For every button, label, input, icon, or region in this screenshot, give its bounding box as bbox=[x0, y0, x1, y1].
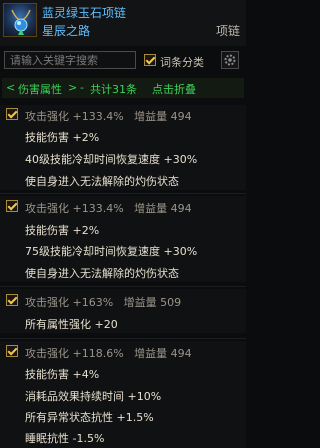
collapse-toggle[interactable]: 点击折叠 bbox=[152, 81, 196, 97]
item-name: 蓝灵绿玉石项链 bbox=[42, 6, 127, 20]
item-subtitle: 星辰之路 bbox=[42, 24, 91, 38]
group-checkbox[interactable] bbox=[6, 345, 18, 357]
affix-line: 使自身进入无法解除的灼伤状态 bbox=[25, 267, 179, 280]
affix-line: 所有异常状态抗性 +1.5% bbox=[25, 411, 154, 424]
section-header[interactable]: < 伤害属性 > - 共计31条 点击折叠 bbox=[2, 78, 244, 98]
group-checkbox[interactable] bbox=[6, 200, 18, 212]
affix-line: 技能伤害 +2% bbox=[25, 224, 100, 237]
group-head: 攻击强化 +133.4% 增益量 494 bbox=[25, 110, 192, 123]
affix-line: 消耗品效果持续时间 +10% bbox=[25, 390, 162, 403]
item-slot: 项链 bbox=[215, 24, 240, 38]
group-head: 攻击强化 +163% 增益量 509 bbox=[25, 296, 182, 309]
divider bbox=[0, 286, 246, 287]
group-checkbox[interactable] bbox=[6, 108, 18, 120]
affix-line: 睡眠抗性 -1.5% bbox=[25, 432, 105, 445]
affix-line: 75级技能冷却时间恢复速度 +30% bbox=[25, 245, 198, 258]
divider bbox=[0, 338, 246, 339]
affix-line: 所有属性强化 +20 bbox=[25, 318, 118, 331]
collapse-symbol: > bbox=[68, 81, 78, 94]
affix-line: 技能伤害 +4% bbox=[25, 368, 100, 381]
category-checkbox[interactable] bbox=[144, 54, 156, 66]
section-title: 伤害属性 bbox=[18, 83, 62, 96]
group-head: 攻击强化 +133.4% 增益量 494 bbox=[25, 202, 192, 215]
affix-line: 使自身进入无法解除的灼伤状态 bbox=[25, 175, 179, 188]
group-checkbox[interactable] bbox=[6, 294, 18, 306]
item-header: 蓝灵绿玉石项链 星辰之路 项链 bbox=[0, 0, 246, 46]
search-input[interactable] bbox=[4, 51, 136, 69]
gear-icon bbox=[224, 54, 236, 66]
category-label: 词条分类 bbox=[160, 56, 204, 69]
divider bbox=[0, 193, 246, 194]
necklace-icon[interactable] bbox=[3, 3, 37, 37]
affix-line: 40级技能冷却时间恢复速度 +30% bbox=[25, 153, 198, 166]
expand-symbol: < bbox=[6, 81, 16, 94]
section-count: 共计31条 bbox=[90, 83, 137, 96]
settings-button[interactable] bbox=[221, 51, 239, 69]
affix-line: 技能伤害 +2% bbox=[25, 131, 100, 144]
group-head: 攻击强化 +118.6% 增益量 494 bbox=[25, 347, 192, 360]
